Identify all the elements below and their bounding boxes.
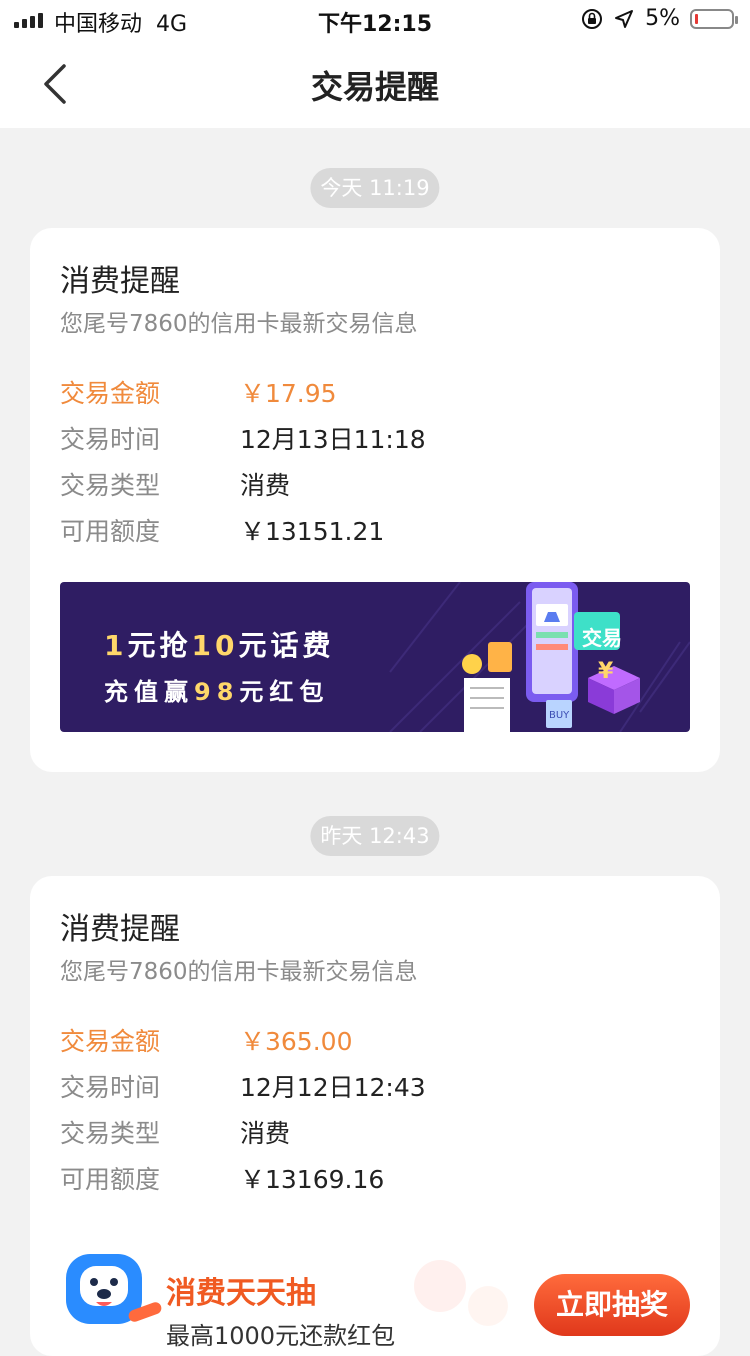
row-label: 可用额度 [60, 1165, 161, 1194]
rotation-lock-icon [582, 8, 603, 29]
time-chip: 昨天 12:43 [310, 816, 440, 856]
time-chip: 今天 11:19 [310, 168, 440, 208]
row-value: ￥17.95 [240, 379, 337, 408]
row-value: 消费 [240, 1119, 291, 1148]
row-label: 交易类型 [60, 471, 161, 500]
row-value: ￥13151.21 [240, 517, 385, 546]
row-value: ￥13169.16 [240, 1165, 385, 1194]
row-label: 交易时间 [60, 425, 161, 454]
row-value: 12月12日12:43 [240, 1073, 426, 1102]
location-arrow-icon [615, 9, 634, 28]
row-value: ￥365.00 [240, 1027, 353, 1056]
card-subtitle: 您尾号7860的信用卡最新交易信息 [60, 959, 418, 985]
status-bar: 中国移动 4G 下午12:15 5% [0, 0, 750, 40]
lottery-banner[interactable]: 消费天天抽 最高1000元还款红包 立即抽奖 [30, 1246, 720, 1350]
card-title: 消费提醒 [60, 264, 180, 299]
row-label: 交易金额 [60, 1027, 161, 1056]
row-value: 消费 [240, 471, 291, 500]
message-card[interactable]: 消费提醒 您尾号7860的信用卡最新交易信息 交易金额 ￥17.95 交易时间 … [30, 228, 720, 772]
decor-bubbles [414, 1260, 508, 1326]
row-label: 交易金额 [60, 379, 161, 408]
banner-headline: 1元抢10元话费 [104, 629, 335, 662]
battery-percent: 5% [645, 6, 680, 31]
promo-title: 消费天天抽 [166, 1276, 316, 1311]
row-label: 交易时间 [60, 1073, 161, 1102]
battery-icon [690, 8, 738, 29]
row-label: 可用额度 [60, 517, 161, 546]
banner-subline: 充值赢98元红包 [104, 678, 330, 706]
page-title: 交易提醒 [310, 68, 439, 106]
nav-bar: 交易提醒 [0, 40, 750, 128]
row-value: 12月13日11:18 [240, 425, 426, 454]
svg-text:BUY: BUY [549, 710, 570, 721]
trade-badge: 交易 [582, 626, 622, 650]
message-card[interactable]: 消费提醒 您尾号7860的信用卡最新交易信息 交易金额 ￥365.00 交易时间… [30, 876, 720, 1356]
dog-mascot-icon [66, 1254, 162, 1324]
card-subtitle: 您尾号7860的信用卡最新交易信息 [60, 311, 418, 337]
row-label: 交易类型 [60, 1119, 161, 1148]
card-title: 消费提醒 [60, 912, 180, 947]
svg-text:¥: ¥ [598, 659, 614, 684]
draw-now-button[interactable]: 立即抽奖 [534, 1274, 690, 1336]
promo-banner[interactable]: BUY ¥ 交易 1元抢10元话费 充值赢98元红包 [60, 582, 690, 732]
